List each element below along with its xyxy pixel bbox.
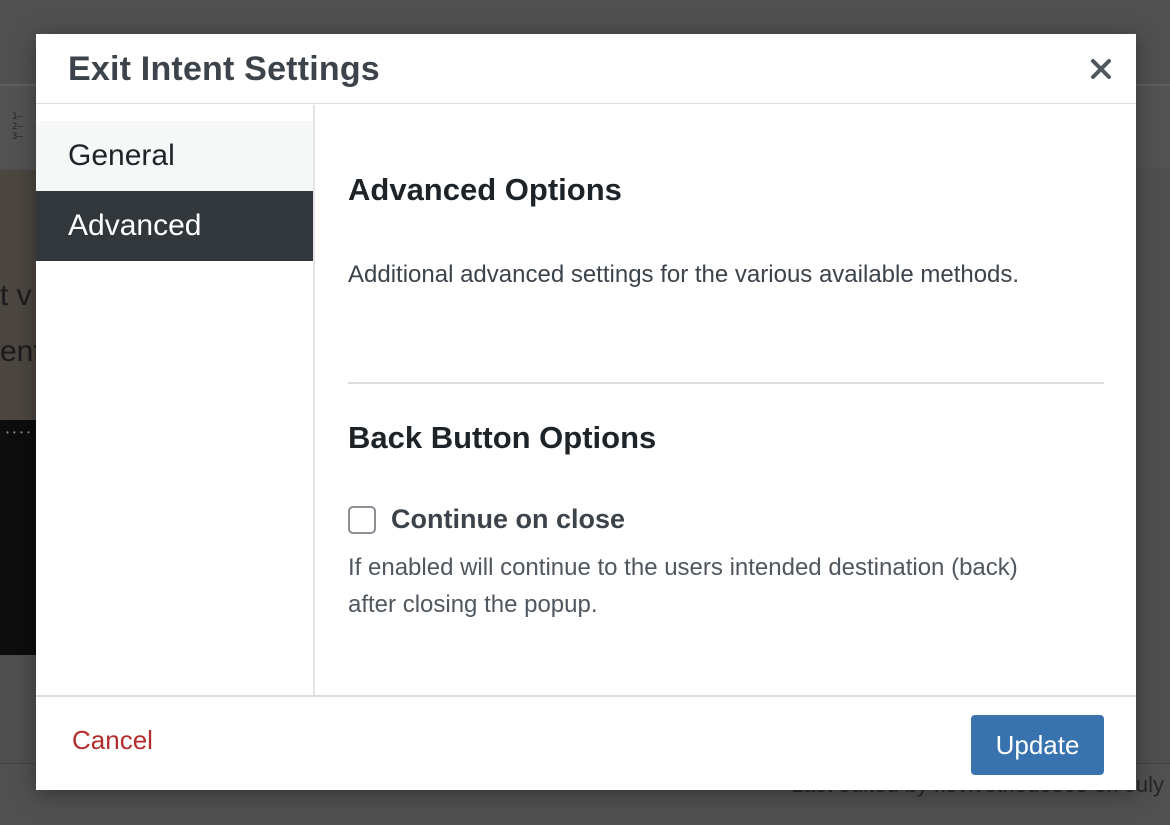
background-image-text: t v ent	[0, 268, 36, 380]
update-button[interactable]: Update	[971, 715, 1104, 775]
background-text-line: ent	[0, 335, 36, 368]
continue-on-close-help: If enabled will continue to the users in…	[348, 554, 1018, 618]
list-icon-line: 1—	[12, 112, 23, 122]
cancel-link[interactable]: Cancel	[72, 725, 153, 756]
background-dark-block	[0, 420, 36, 655]
modal-header: Exit Intent Settings	[36, 34, 1136, 104]
continue-on-close-checkbox[interactable]	[348, 506, 376, 534]
modal-title: Exit Intent Settings	[68, 50, 380, 88]
tab-general[interactable]: General	[36, 121, 313, 191]
settings-content: Advanced Options Additional advanced set…	[348, 105, 1104, 695]
advanced-options-description: Additional advanced settings for the var…	[348, 261, 1020, 288]
tab-label: Advanced	[68, 209, 202, 242]
list-icon-line: 2—	[12, 122, 23, 132]
background-text-line: t v	[0, 279, 32, 312]
tab-label: General	[68, 139, 175, 172]
close-icon	[1091, 59, 1111, 79]
settings-sidebar: General Advanced	[36, 105, 315, 695]
modal-footer: Cancel Update	[36, 695, 1136, 790]
section-divider	[348, 382, 1104, 384]
close-button[interactable]	[1086, 54, 1116, 84]
back-button-options-heading: Back Button Options	[348, 420, 657, 455]
advanced-options-heading: Advanced Options	[348, 172, 622, 207]
background-dots: • • • •	[6, 428, 31, 437]
exit-intent-settings-modal: Exit Intent Settings General Advanced Ad…	[36, 34, 1136, 790]
continue-on-close-label[interactable]: Continue on close	[391, 504, 625, 535]
numbered-list-icon: 1— 2— 3—	[12, 112, 38, 142]
tab-advanced[interactable]: Advanced	[36, 191, 313, 261]
list-icon-line: 3—	[12, 132, 23, 142]
